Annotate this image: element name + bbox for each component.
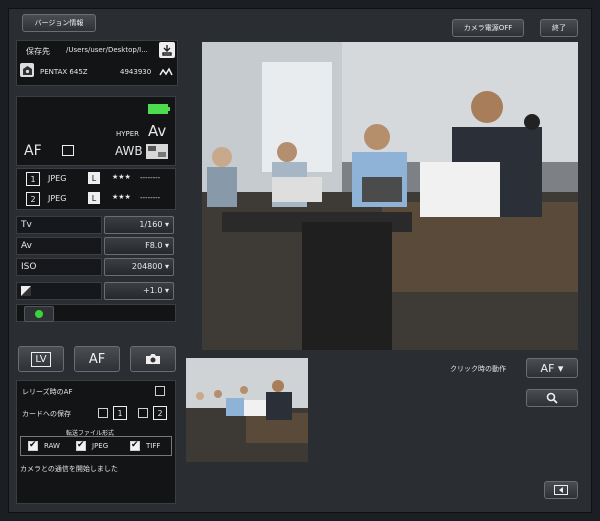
save-path: /Users/user/Desktop/I... — [66, 46, 148, 54]
click-action-label: クリック時の動作 — [450, 365, 506, 373]
release-af-label: レリーズ時のAF — [22, 388, 73, 396]
tv-label: Tv — [16, 216, 102, 234]
status-led-icon — [24, 306, 54, 322]
panel-collapse-icon — [554, 485, 568, 495]
ev-compensation-label — [16, 282, 102, 300]
tv-row: Tv 1/160 ▾ — [16, 216, 176, 234]
jpeg-label: JPEG — [92, 442, 109, 450]
exposure-mode: Av — [148, 122, 167, 140]
camera-model: PENTAX 645Z — [40, 68, 88, 76]
iso-dropdown[interactable]: 204800 ▾ — [104, 258, 174, 276]
slot-2-icon: 2 — [26, 192, 40, 206]
camera-icon — [145, 353, 161, 365]
camera-connection-icon — [20, 63, 34, 77]
av-value: F8.0 — [145, 241, 163, 250]
autofocus-button[interactable]: AF — [74, 346, 120, 372]
white-balance: AWB — [115, 144, 143, 158]
av-row: Av F8.0 ▾ — [16, 237, 176, 255]
image-settings-icon — [146, 144, 168, 159]
click-action-dropdown[interactable]: AF ▾ — [526, 358, 578, 378]
thumbnail-preview[interactable] — [186, 358, 308, 462]
magnifier-icon — [546, 392, 558, 404]
save-label: 保存先 — [26, 47, 50, 56]
slot-2-quality: ★★★ — [112, 193, 131, 201]
camera-power-off-button[interactable]: カメラ電源OFF — [452, 19, 524, 37]
af-area-icon — [62, 145, 74, 156]
raw-checkbox[interactable] — [28, 440, 38, 451]
av-dropdown[interactable]: F8.0 ▾ — [104, 237, 174, 255]
jpeg-checkbox[interactable] — [76, 440, 86, 451]
camera-serial: 4943930 — [120, 68, 152, 76]
battery-icon — [148, 104, 170, 114]
thumbnail-scene — [186, 358, 308, 462]
slot-1-format: JPEG — [48, 174, 67, 183]
av-label: Av — [16, 237, 102, 255]
version-info-button[interactable]: バージョン情報 — [22, 14, 96, 32]
iso-value: 204800 — [131, 262, 163, 271]
slot-1-remaining: -------- — [140, 174, 161, 182]
slot-2-format: JPEG — [48, 194, 67, 203]
iso-row: ISO 204800 ▾ — [16, 258, 176, 276]
ev-compensation-value: +1.0 — [143, 286, 163, 295]
iso-label: ISO — [16, 258, 102, 276]
shutter-release-button[interactable] — [130, 346, 176, 372]
live-view-image[interactable] — [202, 42, 578, 350]
release-af-checkbox[interactable] — [155, 386, 165, 396]
live-view-scene — [202, 42, 578, 350]
tiff-checkbox[interactable] — [130, 440, 140, 451]
raw-label: RAW — [44, 442, 60, 450]
ev-compensation-icon — [21, 286, 31, 296]
hyper-label: HYPER — [116, 130, 140, 138]
tv-dropdown[interactable]: 1/160 ▾ — [104, 216, 174, 234]
card-1-icon: 1 — [113, 406, 127, 420]
click-action-value: AF — [540, 361, 555, 375]
zoom-button[interactable] — [526, 389, 578, 407]
save-folder-icon[interactable] — [159, 42, 175, 58]
slot-1-icon: 1 — [26, 172, 40, 186]
slot-1-size: L — [88, 172, 100, 184]
ev-compensation-dropdown[interactable]: +1.0 ▾ — [104, 282, 174, 300]
card-1-checkbox[interactable] — [98, 408, 108, 418]
live-view-label: LV — [31, 351, 51, 367]
focus-mode: AF — [24, 143, 42, 159]
panel-toggle-button[interactable] — [544, 481, 578, 499]
ev-compensation-row: +1.0 ▾ — [16, 282, 176, 300]
slot-1-quality: ★★★ — [112, 173, 131, 181]
tv-value: 1/160 — [139, 220, 163, 229]
slot-2-size: L — [88, 192, 100, 204]
status-message: カメラとの通信を開始しました — [20, 465, 118, 473]
card-save-label: カードへの保存 — [22, 410, 71, 418]
tiff-label: TIFF — [146, 442, 161, 450]
exit-button[interactable]: 終了 — [540, 19, 578, 37]
card-2-icon: 2 — [153, 406, 167, 420]
live-view-button[interactable]: LV — [18, 346, 64, 372]
slot-2-remaining: -------- — [140, 194, 161, 202]
card-2-checkbox[interactable] — [138, 408, 148, 418]
signal-icon — [158, 66, 174, 78]
